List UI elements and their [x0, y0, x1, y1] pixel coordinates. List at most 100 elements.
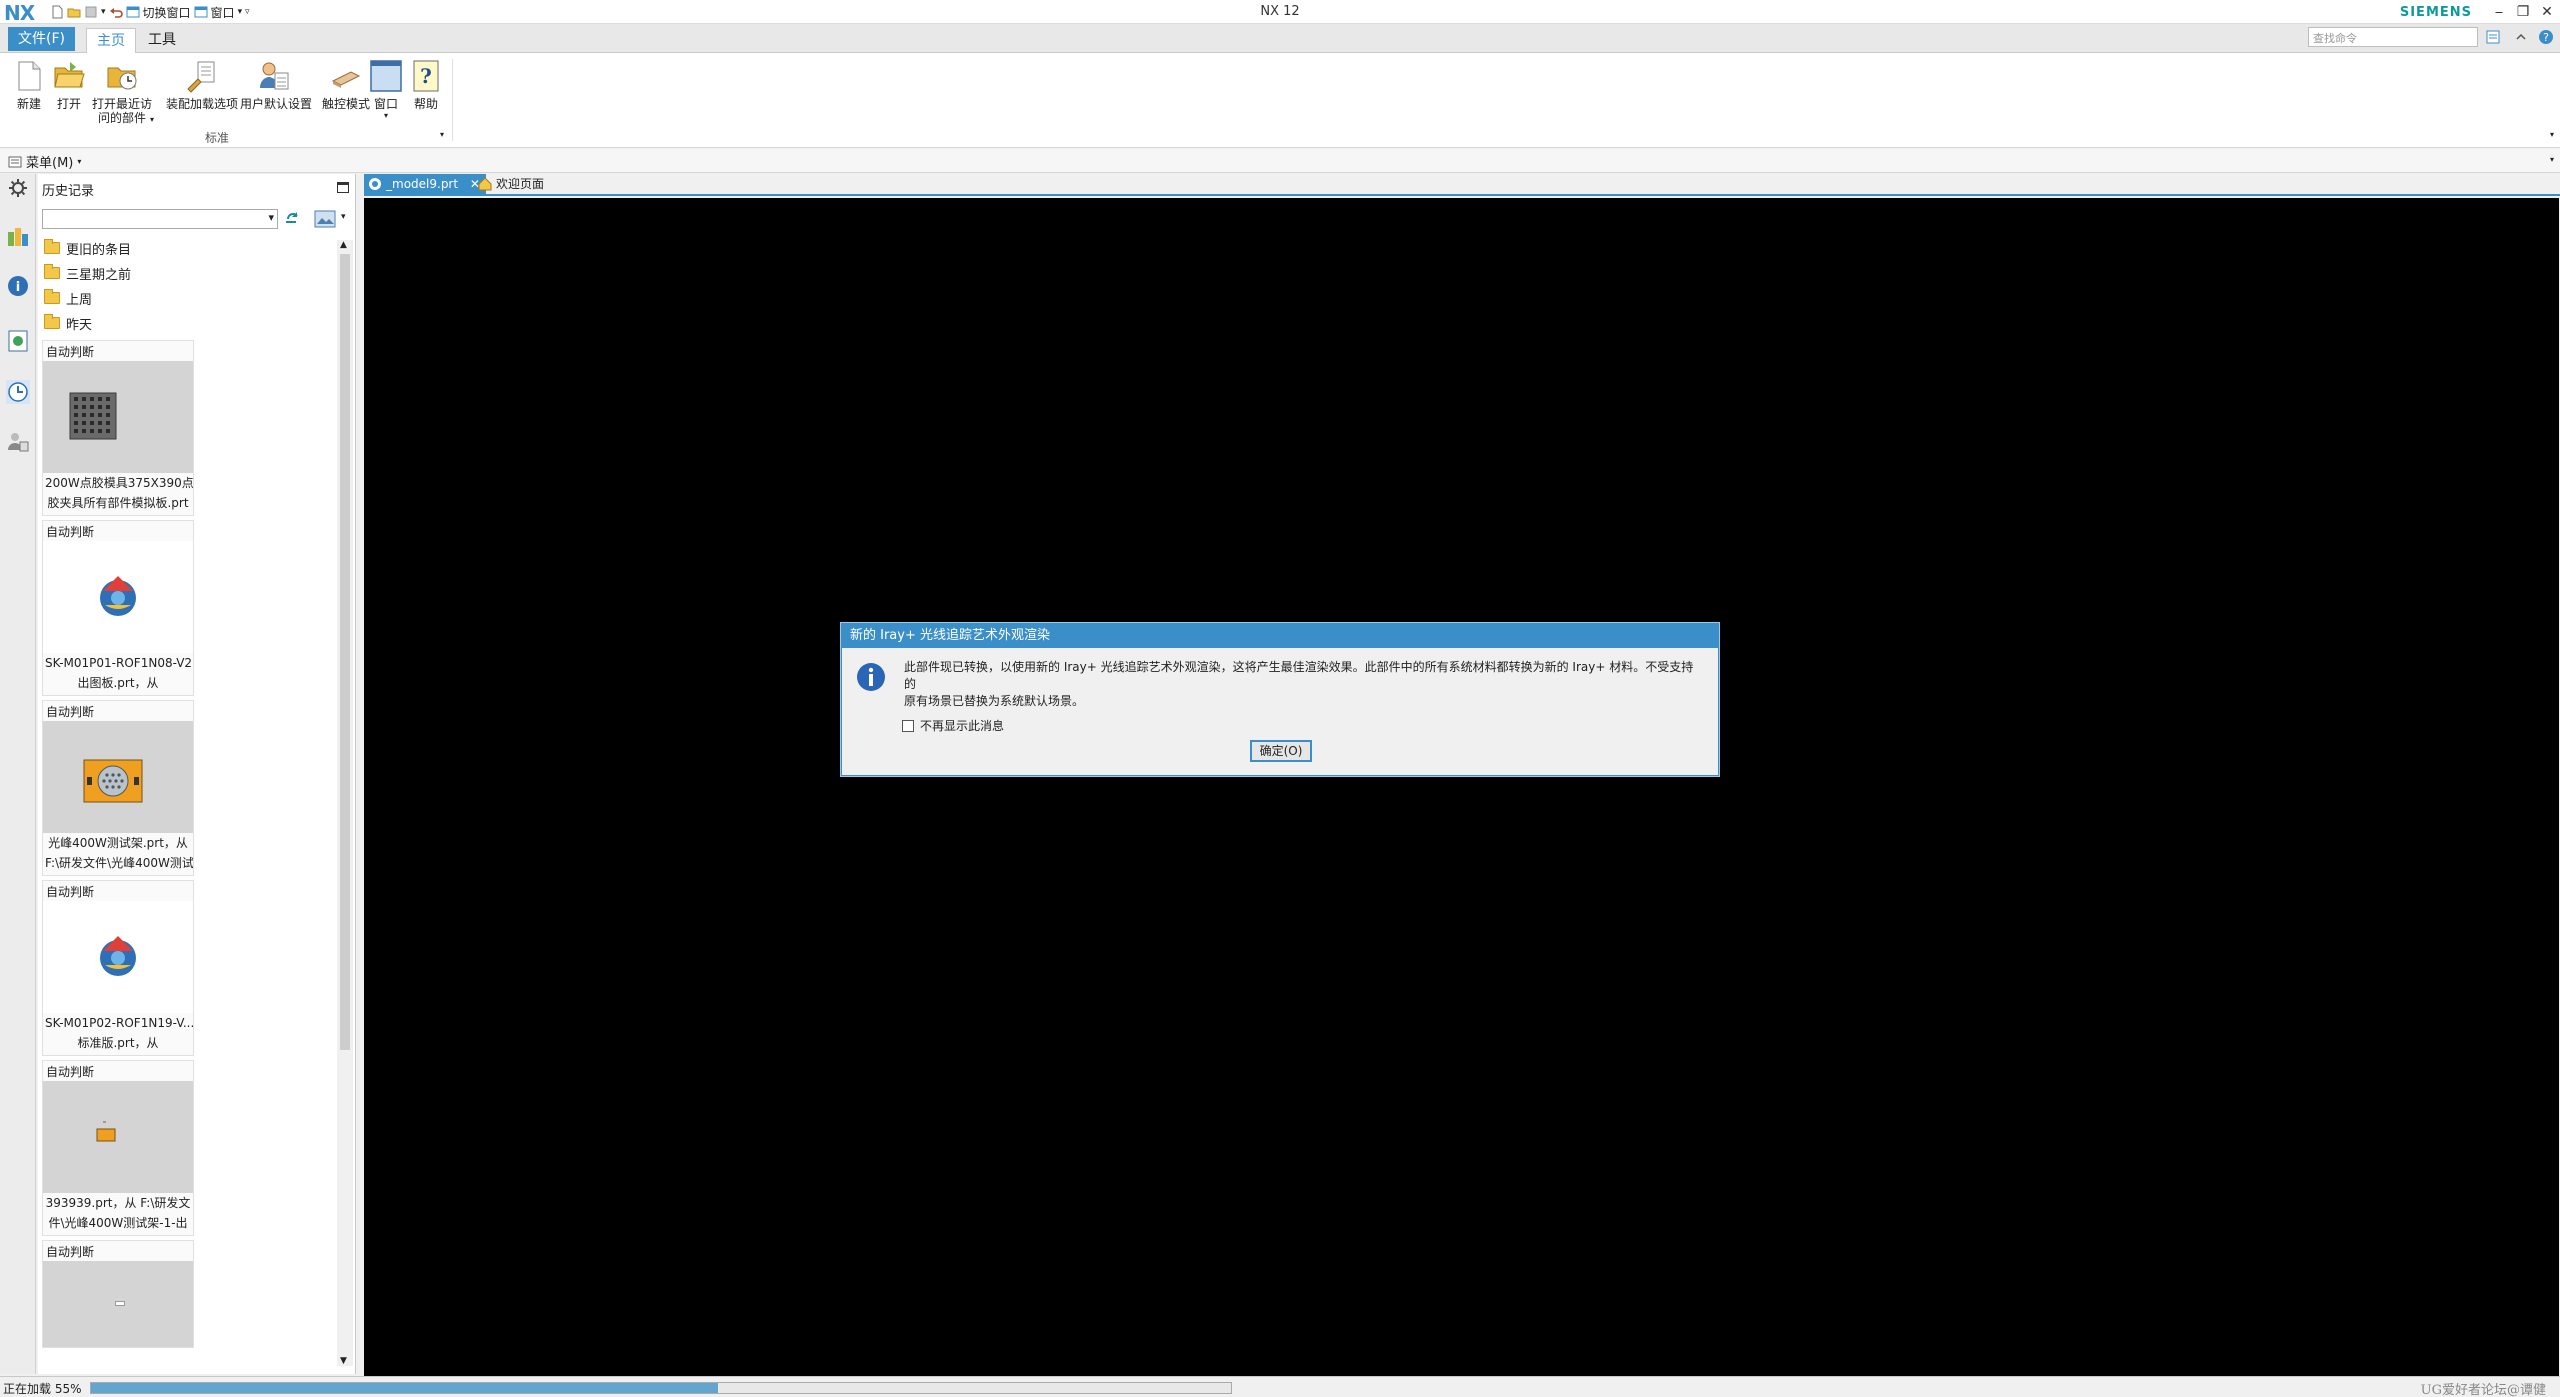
test-rack-thumbnail: [83, 759, 143, 803]
menu-bar: 菜单(M) ▾ ▾: [0, 149, 2560, 173]
scroll-up-icon[interactable]: ▲: [340, 240, 347, 250]
switch-window-button[interactable]: 切换窗口: [143, 4, 191, 21]
window-title: NX 12: [1260, 4, 1300, 19]
open-folder-icon[interactable]: [67, 5, 81, 19]
history-filter-dropdown[interactable]: [42, 209, 278, 229]
assembly-load-icon: [187, 61, 215, 93]
assembly-load-options-button[interactable]: 装配加载选项: [166, 59, 238, 111]
minimize-button[interactable]: ⎯: [2488, 2, 2510, 22]
part-file-icon: [369, 178, 381, 190]
history-title: 历史记录: [42, 184, 95, 199]
part-thumbnail: [43, 1081, 193, 1193]
open-button[interactable]: 打开: [52, 59, 86, 111]
help-button[interactable]: ? 帮助: [409, 59, 443, 111]
open-recent-button[interactable]: 打开最近访 问的部件 ▾: [92, 59, 154, 125]
hd3d-tools-icon[interactable]: [6, 329, 30, 353]
part-thumbnail: [43, 901, 193, 1013]
chevron-down-icon[interactable]: ▾: [341, 212, 346, 222]
gear-icon[interactable]: [6, 176, 30, 200]
assembly-navigator-icon[interactable]: [6, 224, 30, 248]
history-item[interactable]: 自动判断 SK-M01P01-ROF1N08-V2 出图板.prt，从: [42, 520, 194, 696]
window-button[interactable]: 窗口 ▾: [369, 59, 403, 120]
part-thumbnail: [43, 541, 193, 653]
maximize-panel-icon[interactable]: [337, 182, 349, 193]
folder-older[interactable]: 更旧的条目: [44, 236, 131, 260]
undo-icon[interactable]: [109, 5, 123, 19]
reuse-library-icon[interactable]: i: [6, 274, 30, 298]
menubar-expand-icon[interactable]: ▾: [2550, 155, 2554, 164]
history-item[interactable]: 自动判断: [42, 1240, 194, 1348]
ok-button[interactable]: 确定(O): [1250, 740, 1312, 762]
command-search-input[interactable]: 查找命令: [2308, 27, 2478, 47]
ribbon-expand-icon[interactable]: ▾: [2550, 130, 2554, 139]
menu-icon: [8, 156, 22, 167]
tab-welcome-page[interactable]: 欢迎页面: [474, 174, 550, 194]
roles-icon[interactable]: [6, 430, 30, 454]
new-button[interactable]: 新建: [12, 59, 46, 111]
new-file-icon[interactable]: [50, 5, 64, 19]
ribbon-options-icon[interactable]: [2486, 30, 2500, 44]
nx-logo: NX: [4, 1, 35, 25]
part-thumbnail: [43, 721, 193, 833]
history-scrollbar[interactable]: ▲ ▼: [337, 240, 353, 1366]
info-icon: [857, 663, 885, 691]
status-text: 正在加载 55%: [3, 1382, 82, 1396]
title-bar: NX ▾ 切换窗口 窗口 ▾ ▿ NX 12 SIEMENS ⎯ ❐ ✕: [0, 0, 2560, 25]
chevron-down-icon[interactable]: ▾: [150, 115, 154, 124]
scrollbar-thumb[interactable]: [340, 254, 350, 1050]
folder-icon: [44, 314, 60, 329]
status-bar: 正在加载 55% UG爱好者论坛@谭健: [0, 1376, 2560, 1397]
history-item[interactable]: 自动判断 SK-M01P02-ROF1N19-V... 标准版.prt，从: [42, 880, 194, 1056]
new-file-icon: [18, 61, 41, 91]
history-item[interactable]: 自动判断 393939.prt，从 F:\研发文 件\光峰400W测试架-1-出: [42, 1060, 194, 1236]
graphics-window[interactable]: [364, 198, 2559, 1376]
chevron-down-icon: ▾: [77, 157, 82, 166]
ribbon-panel: 新建 打开 打开最近访 问的部件 ▾ 装配加载选项 用户默认设置 触控模式 窗口…: [0, 53, 2560, 148]
dropdown-icon[interactable]: ▾: [101, 7, 106, 17]
menu-button[interactable]: 菜单(M) ▾: [8, 152, 81, 171]
checkbox[interactable]: [902, 719, 914, 732]
dont-show-again-checkbox[interactable]: 不再显示此消息: [902, 717, 1004, 734]
tab-home[interactable]: 主页: [86, 28, 136, 53]
touch-mode-button[interactable]: 触控模式: [322, 59, 370, 111]
save-icon[interactable]: [84, 5, 98, 19]
group-expand-icon[interactable]: ▾: [440, 130, 444, 139]
nx-part-icon: [100, 936, 136, 976]
touch-mode-icon: [331, 71, 361, 88]
collapse-ribbon-icon[interactable]: [2514, 30, 2528, 44]
ribbon-tab-bar: 文件(F) 主页 工具 查找命令 ?: [0, 24, 2560, 53]
history-item[interactable]: 自动判断 光峰400W测试架.prt，从 F:\研发文件\光峰400W测试: [42, 700, 194, 876]
group-label-standard: 标准: [205, 131, 230, 145]
tab-tools[interactable]: 工具: [138, 28, 186, 53]
resource-bar: i: [0, 174, 36, 1374]
progress-fill: [91, 1383, 718, 1393]
user-defaults-icon: [260, 62, 289, 90]
history-panel: 历史记录 ▾ 更旧的条目 三星期之前 上周 昨天 自动判断 200W点胶模具37…: [38, 174, 356, 1374]
folder-yesterday[interactable]: 昨天: [44, 311, 92, 335]
history-item[interactable]: 自动判断 200W点胶模具375X390点 胶夹具所有部件模拟板.prt: [42, 340, 194, 516]
tab-model9[interactable]: _model9.prt ✕: [364, 174, 486, 194]
svg-text:?: ?: [2543, 31, 2549, 44]
refresh-history-icon[interactable]: [284, 210, 302, 228]
history-clock-icon[interactable]: [6, 380, 30, 404]
window-menu-button[interactable]: 窗口: [211, 4, 235, 21]
small-part-thumbnail: [96, 1121, 116, 1142]
watermark: UG爱好者论坛@谭健: [2420, 1383, 2546, 1397]
folder-last-week[interactable]: 上周: [44, 286, 92, 310]
close-button[interactable]: ✕: [2536, 2, 2558, 22]
help-icon[interactable]: ?: [2538, 29, 2554, 45]
document-tab-bar: _model9.prt ✕ 欢迎页面: [364, 174, 2560, 196]
dialog-title: 新的 Iray+ 光线追踪艺术外观渲染: [842, 624, 1718, 648]
chevron-down-icon[interactable]: ▾: [369, 111, 403, 120]
loading-progress-bar: [90, 1382, 1232, 1394]
user-defaults-button[interactable]: 用户默认设置: [240, 59, 312, 111]
dropdown-icon[interactable]: ▾ ▿: [238, 7, 250, 17]
view-mode-icon[interactable]: [314, 209, 336, 229]
part-thumbnail: [43, 1261, 193, 1347]
group-separator: [452, 59, 453, 141]
tab-file[interactable]: 文件(F): [8, 27, 75, 51]
restore-button[interactable]: ❐: [2512, 2, 2534, 22]
folder-three-weeks[interactable]: 三星期之前: [44, 261, 131, 285]
siemens-logo: SIEMENS: [2399, 5, 2472, 20]
scroll-down-icon[interactable]: ▼: [340, 1356, 347, 1366]
